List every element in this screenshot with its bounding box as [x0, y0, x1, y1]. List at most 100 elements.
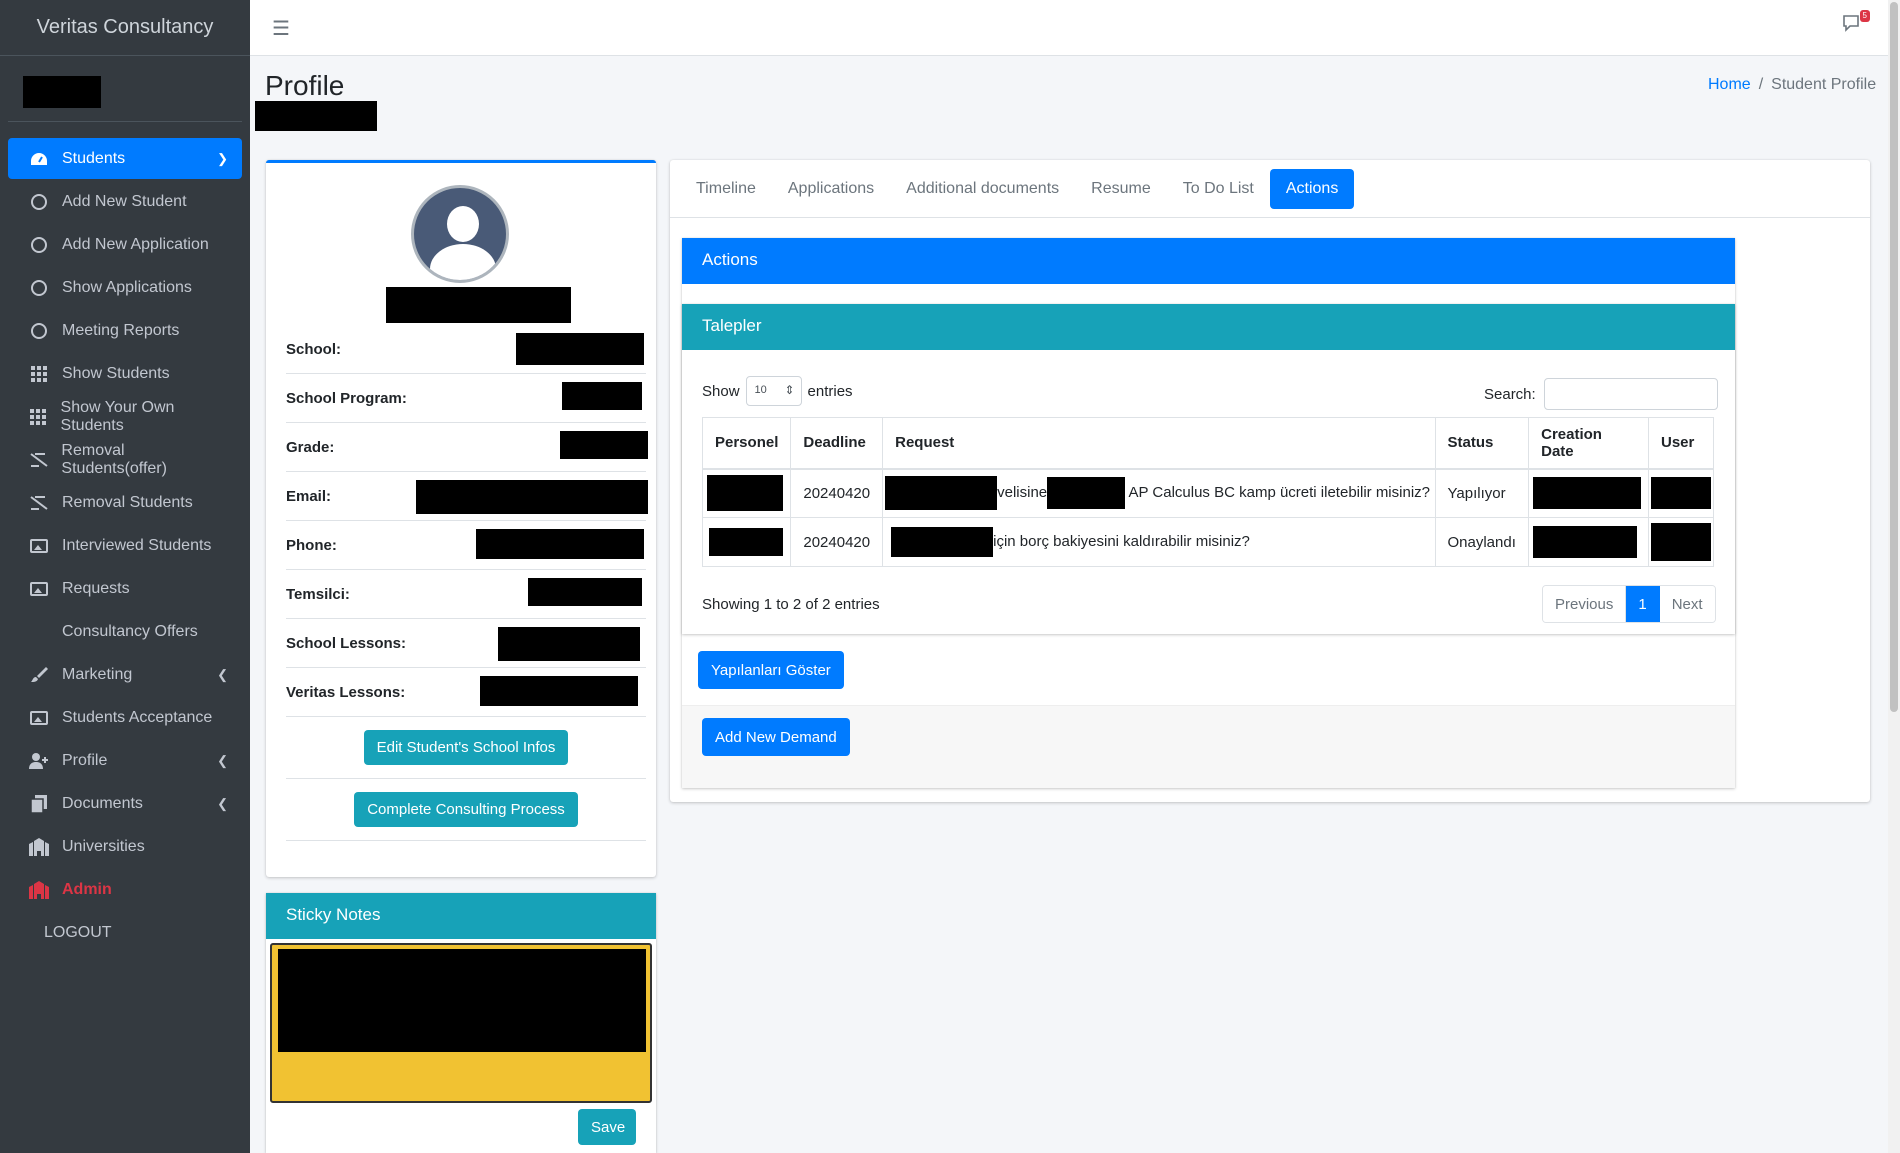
column-header-user[interactable]: User — [1648, 417, 1714, 470]
pagination-previous[interactable]: Previous — [1543, 586, 1627, 622]
edit-button-row: Edit Student's School Infos — [286, 717, 646, 779]
scrollbar-thumb[interactable] — [1890, 2, 1898, 712]
table-row[interactable]: 20240420 için borç bakiyesini kaldırabil… — [701, 517, 1714, 567]
edit-school-infos-button[interactable]: Edit Student's School Infos — [363, 730, 569, 765]
redacted-value — [560, 431, 648, 459]
sidebar-item-students[interactable]: Students ❯ — [8, 138, 242, 179]
sidebar-item-interviewed-students[interactable]: Interviewed Students — [8, 525, 242, 566]
user-plus-icon — [28, 752, 50, 769]
dashboard-icon — [28, 151, 50, 167]
sidebar-item-label: Universities — [62, 837, 145, 855]
page-scrollbar[interactable] — [1888, 0, 1900, 1153]
profile-field-school-program: School Program: — [286, 374, 646, 423]
sidebar-item-add-new-application[interactable]: Add New Application — [8, 224, 242, 265]
request-text: için borç bakiyesini kaldırabilir misini… — [993, 532, 1250, 550]
profile-field-temsilci: Temsilci: — [286, 570, 646, 619]
field-label: Email: — [286, 488, 332, 505]
remove-user-icon — [28, 452, 49, 468]
brand-logo[interactable]: Veritas Consultancy — [0, 0, 250, 56]
column-header-creation-date[interactable]: Creation Date — [1528, 417, 1649, 470]
column-header-deadline[interactable]: Deadline — [790, 417, 884, 470]
field-label: Veritas Lessons: — [286, 684, 406, 701]
sidebar-item-label: Marketing — [62, 665, 133, 683]
show-done-button[interactable]: Yapılanları Göster — [698, 651, 844, 689]
cell-request: için borç bakiyesini kaldırabilir misini… — [882, 517, 1436, 567]
sidebar-item-universities[interactable]: Universities — [8, 826, 242, 867]
sidebar-item-consultancy-offers[interactable]: Consultancy Offers — [8, 611, 242, 652]
redacted-note-text — [278, 949, 646, 1052]
sidebar-item-documents[interactable]: Documents ❮ — [8, 783, 242, 824]
entries-select[interactable]: 10 — [745, 376, 802, 406]
sticky-notes-title: Sticky Notes — [266, 893, 656, 939]
notifications-icon[interactable]: 5 — [1842, 10, 1870, 37]
save-note-button[interactable]: Save — [578, 1109, 636, 1145]
sidebar-item-meeting-reports[interactable]: Meeting Reports — [8, 310, 242, 351]
sidebar-item-logout[interactable]: LOGOUT — [8, 912, 242, 953]
sidebar-item-students-acceptance[interactable]: Students Acceptance — [8, 697, 242, 738]
redacted-value — [416, 480, 648, 514]
pagination-page-1[interactable]: 1 — [1626, 586, 1660, 622]
tab-timeline[interactable]: Timeline — [680, 169, 772, 209]
sidebar-item-show-your-own-students[interactable]: Show Your Own Students — [8, 396, 242, 437]
tab-resume[interactable]: Resume — [1075, 169, 1167, 209]
profile-field-school-lessons: School Lessons: — [286, 619, 646, 668]
table-row[interactable]: 20240420 velisine AP Calculus BC kamp üc… — [701, 468, 1714, 518]
talepler-card: Talepler Show 10 entries Search: Persone… — [682, 304, 1735, 634]
cell-deadline: 20240420 — [790, 468, 884, 518]
sidebar-item-removal-students[interactable]: Removal Students — [8, 482, 242, 523]
sidebar-item-label: Documents — [62, 794, 143, 812]
cell-deadline: 20240420 — [790, 517, 884, 567]
add-new-demand-button[interactable]: Add New Demand — [702, 718, 850, 756]
complete-button-row: Complete Consulting Process — [286, 779, 646, 841]
sidebar-item-removal-students-offer[interactable]: Removal Students(offer) — [8, 439, 242, 480]
grid-icon — [28, 408, 49, 425]
sidebar-item-admin[interactable]: Admin — [8, 869, 242, 910]
profile-field-school: School: — [286, 325, 646, 374]
entries-label: entries — [807, 382, 853, 400]
request-text: velisine — [997, 484, 1048, 502]
redacted-value — [528, 578, 642, 606]
sidebar-item-label: Admin — [62, 880, 112, 898]
redacted-value — [476, 529, 644, 559]
redacted-value — [498, 627, 640, 661]
university-icon — [28, 837, 50, 856]
pagination-next[interactable]: Next — [1659, 586, 1715, 622]
profile-field-email: Email: — [286, 472, 648, 521]
sidebar-item-add-new-student[interactable]: Add New Student — [8, 181, 242, 222]
sidebar-item-show-students[interactable]: Show Students — [8, 353, 242, 394]
sidebar: Veritas Consultancy Students ❯ Add New S… — [0, 0, 250, 1153]
tab-applications[interactable]: Applications — [772, 169, 890, 209]
redacted-value — [1533, 526, 1638, 558]
field-label: Temsilci: — [286, 586, 350, 603]
sidebar-item-label: Add New Student — [62, 192, 187, 210]
add-demand-footer: Add New Demand — [682, 705, 1735, 788]
profile-field-grade: Grade: — [286, 423, 648, 472]
hamburger-menu-icon[interactable]: ☰ — [272, 16, 290, 41]
sidebar-item-show-applications[interactable]: Show Applications — [8, 267, 242, 308]
breadcrumb-home-link[interactable]: Home — [1708, 76, 1751, 93]
tab-to-do-list[interactable]: To Do List — [1167, 169, 1270, 209]
cell-status: Onaylandı — [1434, 517, 1530, 567]
sidebar-item-label: Removal Students — [62, 493, 193, 511]
column-header-personel[interactable]: Personel — [701, 417, 792, 470]
sticky-notes-textarea[interactable] — [270, 943, 652, 1103]
tab-actions[interactable]: Actions — [1269, 169, 1355, 209]
tab-additional-documents[interactable]: Additional documents — [890, 169, 1075, 209]
sidebar-item-label: Students Acceptance — [62, 708, 213, 726]
column-header-status[interactable]: Status — [1434, 417, 1530, 470]
request-text: AP Calculus BC kamp ücreti iletebilir mi… — [1128, 484, 1431, 502]
sidebar-item-profile[interactable]: Profile ❮ — [8, 740, 242, 781]
profile-card: School: School Program: Grade: Email: Ph… — [266, 160, 656, 877]
redacted-student-name — [255, 101, 377, 131]
image-icon — [28, 581, 50, 596]
cell-status: Yapılıyor — [1434, 468, 1530, 518]
pagination: Previous 1 Next — [1542, 585, 1716, 623]
column-header-request[interactable]: Request — [882, 417, 1436, 470]
search-input[interactable] — [1543, 378, 1718, 410]
sidebar-item-requests[interactable]: Requests — [8, 568, 242, 609]
complete-consulting-button[interactable]: Complete Consulting Process — [354, 792, 578, 827]
profile-field-veritas-lessons: Veritas Lessons: — [286, 668, 646, 717]
entries-length-control: Show 10 entries — [702, 376, 853, 406]
cell-creation-date — [1528, 468, 1649, 518]
sidebar-item-marketing[interactable]: Marketing ❮ — [8, 654, 242, 695]
